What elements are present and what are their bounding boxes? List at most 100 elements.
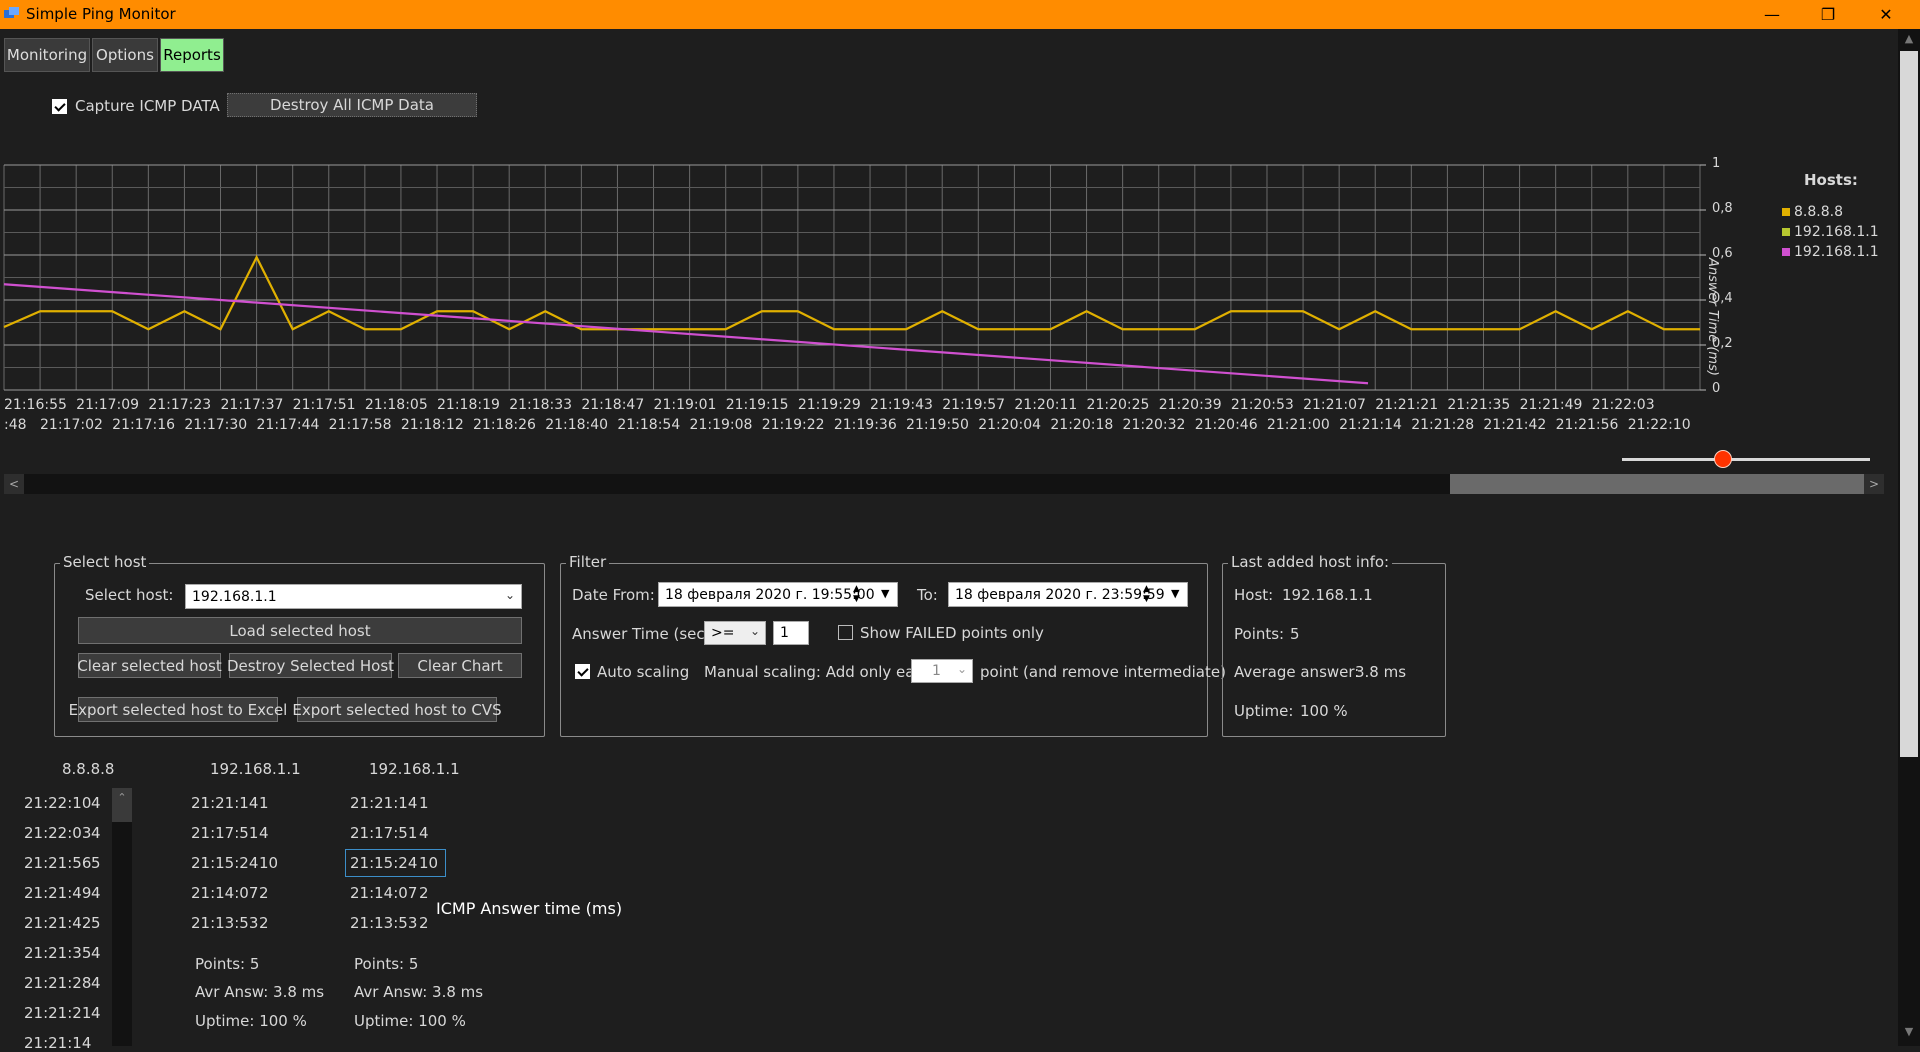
x-tick-label: 21:19:08: [689, 417, 753, 433]
y-tick-label: 0,8: [1712, 201, 1733, 216]
chevron-down-icon: ⌄: [956, 662, 967, 676]
chevron-down-icon: ⌄: [749, 624, 760, 638]
x-tick-label: 21:21:21: [1375, 397, 1439, 413]
scroll-up-icon[interactable]: ⌃: [112, 788, 132, 822]
x-tick-label: 21:17:16: [112, 417, 176, 433]
x-tick-label: 21:17:09: [76, 397, 140, 413]
x-tick-label: 21:19:22: [761, 417, 825, 433]
select-host-dropdown[interactable]: 192.168.1.1 ⌄: [185, 584, 522, 609]
date-to-picker[interactable]: 18 февраля 2020 г. 23:59:59 ▲ ▼ ▼: [948, 582, 1188, 607]
window-scroll-thumb[interactable]: [1900, 51, 1918, 757]
table-row-value: 2: [259, 884, 269, 902]
table-header: 192.168.1.1: [369, 760, 460, 778]
tab-reports[interactable]: Reports: [160, 38, 224, 72]
x-tick-label: 21:20:11: [1014, 397, 1078, 413]
table-row-value: 4: [91, 824, 101, 842]
auto-scaling-label: Auto scaling: [597, 663, 690, 681]
date-from-picker[interactable]: 18 февраля 2020 г. 19:55:00 ▲ ▼ ▼: [658, 582, 898, 607]
x-tick-label: 21:18:19: [437, 397, 500, 413]
x-tick-label: 21:21:56: [1555, 417, 1619, 433]
window-scrollbar[interactable]: ▲ ▼: [1898, 29, 1920, 1046]
export-excel-button[interactable]: Export selected host to Excel: [69, 697, 287, 722]
x-tick-label: 21:18:54: [617, 417, 681, 433]
legend-swatch: [1782, 248, 1790, 256]
spinner-icon[interactable]: ▲ ▼: [1143, 584, 1150, 604]
destroy-all-icmp-button[interactable]: Destroy All ICMP Data: [227, 93, 477, 117]
table-row-time: 21:21:28: [24, 974, 92, 992]
answer-time-label: Answer Time (sec): [572, 625, 711, 643]
table-row-value: 5: [91, 914, 101, 932]
load-selected-host-button[interactable]: Load selected host: [78, 617, 522, 644]
scroll-left-button[interactable]: <: [4, 474, 24, 494]
last-host-host-label: Host:: [1234, 586, 1274, 604]
x-tick-label: 21:17:58: [328, 417, 392, 433]
legend-swatch: [1782, 228, 1790, 236]
table-row-time: 21:14:07: [350, 884, 418, 902]
destroy-selected-host-button[interactable]: Destroy Selected Host: [227, 653, 394, 678]
chart-series: [3, 254, 1700, 385]
x-tick-label: 21:17:30: [184, 417, 248, 433]
clear-selected-host-button[interactable]: Clear selected host: [77, 653, 222, 678]
tab-monitoring[interactable]: Monitoring: [4, 38, 90, 72]
table-row-time: 21:22:03: [24, 824, 92, 842]
show-failed-checkbox[interactable]: [838, 625, 853, 640]
minimize-button[interactable]: —: [1744, 0, 1800, 29]
legend-entry: 8.8.8.8: [1782, 204, 1843, 220]
table-row-time: 21:21:14: [24, 1034, 92, 1052]
filter-title: Filter: [566, 553, 610, 571]
table-row-time: 21:21:14: [350, 794, 418, 812]
table-row-time: 21:21:21: [24, 1004, 92, 1022]
table-row-value: 4: [91, 794, 101, 812]
x-tick-label: 21:17:44: [256, 417, 320, 433]
table-row-time: 21:17:51: [350, 824, 418, 842]
series-line-192-168-1-1: [3, 283, 1369, 385]
x-tick-label: 21:17:51: [292, 397, 356, 413]
last-host-uptime-label: Uptime:: [1234, 702, 1294, 720]
last-host-host-value: 192.168.1.1: [1282, 586, 1373, 604]
tooltip: ICMP Answer time (ms): [428, 894, 631, 922]
scroll-down-icon[interactable]: ▼: [1901, 1025, 1917, 1041]
x-tick-label: 21:20:25: [1086, 397, 1150, 413]
close-button[interactable]: ✕: [1858, 0, 1914, 29]
capture-icmp-checkbox[interactable]: [52, 99, 67, 114]
table-row-value: 4: [91, 944, 101, 962]
chart-scrollbar[interactable]: < >: [4, 474, 1884, 494]
y-tick-label: 0: [1712, 381, 1721, 396]
zoom-slider-track[interactable]: [1622, 458, 1870, 461]
table-scrollbar[interactable]: ⌃: [112, 788, 132, 1046]
last-host-uptime-value: 100 %: [1300, 702, 1348, 720]
table-row-time: 21:21:42: [24, 914, 92, 932]
operator-dropdown[interactable]: >= ⌄: [704, 621, 766, 645]
x-tick-label: 21:20:18: [1050, 417, 1114, 433]
x-tick-label: 21:16:55: [4, 397, 67, 413]
table-points: Points: 5: [354, 955, 419, 973]
x-tick-label: 21:19:50: [906, 417, 969, 433]
manual-scaling-suffix: point (and remove intermediate): [980, 663, 1226, 681]
table-row-time: 21:21:49: [24, 884, 92, 902]
table-row-time: 21:13:53: [191, 914, 259, 932]
clear-chart-button[interactable]: Clear Chart: [398, 653, 522, 678]
x-tick-label: 21:20:53: [1230, 397, 1294, 413]
x-tick-label: 21:20:39: [1158, 397, 1222, 413]
scroll-right-button[interactable]: >: [1864, 474, 1884, 494]
x-tick-label: 21:20:46: [1194, 417, 1258, 433]
export-cvs-button[interactable]: Export selected host to CVS: [292, 697, 502, 722]
x-tick-label: 21:18:47: [581, 397, 645, 413]
date-to-value: 18 февраля 2020 г. 23:59:59: [955, 586, 1165, 603]
table-row-time: 21:13:53: [350, 914, 418, 932]
x-tick-label: 21:21:35: [1447, 397, 1511, 413]
zoom-slider-thumb[interactable]: [1714, 450, 1732, 468]
auto-scaling-checkbox[interactable]: [575, 664, 590, 679]
calendar-dropdown-icon[interactable]: ▼: [1171, 587, 1179, 600]
tab-options[interactable]: Options: [92, 38, 158, 72]
manual-scaling-dropdown[interactable]: 1 ⌄: [911, 659, 973, 683]
x-tick-label: :48: [4, 417, 27, 433]
spinner-icon[interactable]: ▲ ▼: [853, 584, 860, 604]
answer-time-input[interactable]: 1: [773, 621, 809, 645]
calendar-dropdown-icon[interactable]: ▼: [881, 587, 889, 600]
chart-grid: [3, 164, 1706, 391]
maximize-button[interactable]: ❐: [1800, 0, 1856, 29]
scroll-thumb[interactable]: [1450, 474, 1864, 494]
scroll-up-icon[interactable]: ▲: [1901, 32, 1917, 48]
last-host-points-value: 5: [1290, 625, 1300, 643]
